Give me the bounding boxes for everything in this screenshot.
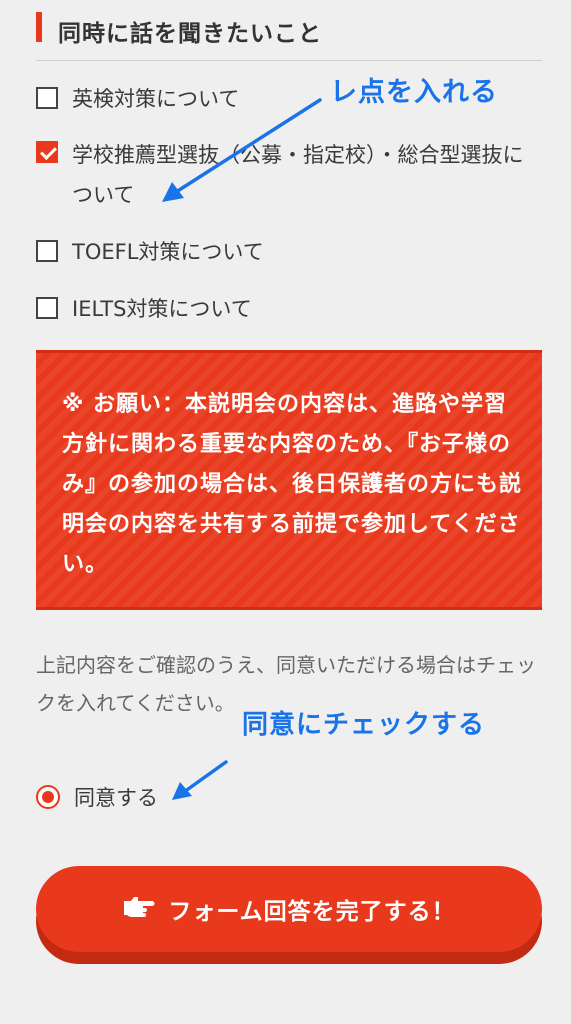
annotation-arrow-agree [172,760,228,800]
